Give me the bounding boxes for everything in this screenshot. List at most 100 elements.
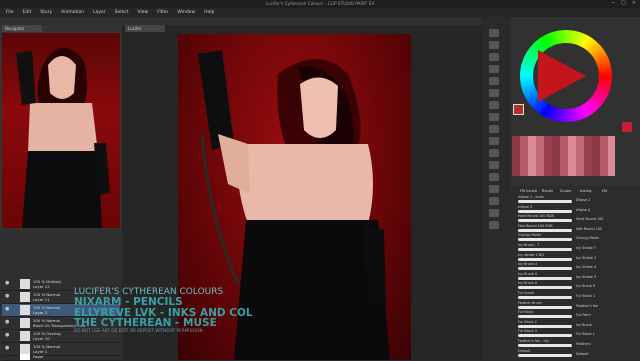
tool-icon[interactable] <box>489 77 499 85</box>
brush-stroke-preview <box>518 267 572 271</box>
brush-name: Ivy Brush 6 <box>518 281 538 286</box>
credit-line: NIXARM - PENCILS <box>74 296 183 308</box>
brush-name: Ivy Stroke 4 <box>576 265 597 270</box>
tool-icon[interactable] <box>489 221 499 229</box>
brush-name: Fur Block 3 <box>518 329 537 334</box>
menu-file[interactable]: File <box>6 10 14 15</box>
brush-name: ellipse 4 <box>576 207 591 212</box>
brush-item[interactable]: Default Default <box>514 349 634 360</box>
layer-name: Layer 11 <box>33 297 50 302</box>
brush-stroke-preview <box>518 286 572 290</box>
menu-window[interactable]: Window <box>177 10 195 15</box>
brush-stroke-preview <box>518 344 572 347</box>
brush-name: Ivy Brush - T <box>518 243 540 247</box>
figure-preview-illustration <box>16 47 110 228</box>
brush-stroke-preview <box>518 324 572 328</box>
layer-thumbnail <box>20 331 30 341</box>
eye-icon[interactable]: ● <box>5 281 9 286</box>
brush-name: Fur brush <box>518 291 534 295</box>
navigator-tab[interactable]: Navigator <box>2 25 42 32</box>
tool-icon[interactable] <box>489 185 499 193</box>
menu-edit[interactable]: Edit <box>23 10 32 15</box>
brush-name: Grungy Roller <box>518 233 542 238</box>
tool-icon[interactable] <box>489 137 499 145</box>
credits-overlay: LUCIFER'S CYTHEREAN COLOURS NIXARM - PEN… <box>74 288 304 333</box>
minimize-button[interactable]: − <box>611 0 615 6</box>
brush-stroke-preview <box>518 200 572 203</box>
window-title: Lucifer's Cytherean Colours - CLIP STUDI… <box>265 1 375 6</box>
tool-icon[interactable] <box>489 209 499 217</box>
brush-name: Ivy Stroke 5 <box>576 274 597 279</box>
brush-name: Ellipse 2 <box>576 198 591 202</box>
tool-icon[interactable] <box>489 41 499 49</box>
eye-icon[interactable]: ● <box>5 320 9 325</box>
tool-strip <box>482 17 510 360</box>
tool-icon[interactable] <box>489 197 499 205</box>
menu-bar: File Edit Story Animation Layer Select V… <box>0 8 640 17</box>
brush-name: Ivy Stroke 2 <box>576 255 597 260</box>
brush-name: Grungy Roller <box>576 236 600 241</box>
tool-icon[interactable] <box>489 113 499 121</box>
brush-name: Fur Block 1 <box>576 332 595 337</box>
menu-story[interactable]: Story <box>40 10 52 15</box>
tool-icon[interactable] <box>489 65 499 73</box>
eye-icon[interactable]: ● <box>5 346 9 351</box>
menu-select[interactable]: Select <box>115 10 129 15</box>
brush-tab[interactable]: Fill <box>602 188 607 193</box>
brush-tab[interactable]: Fill brush <box>520 188 537 193</box>
brush-tab[interactable]: Inking <box>580 188 592 193</box>
menu-layer[interactable]: Layer <box>93 10 106 15</box>
tool-icon[interactable] <box>489 149 499 157</box>
eye-icon[interactable]: ● <box>5 333 9 338</box>
brush-stroke-preview <box>518 257 572 261</box>
credit-notice: DO NOT USE ART OR EDIT OR REPOST WITHOUT… <box>74 327 203 333</box>
menu-view[interactable]: View <box>138 10 149 15</box>
brush-name: Ivy Brush <box>576 322 592 327</box>
brush-name: Hard Round 100 RGB <box>518 214 554 219</box>
layer-thumbnail <box>20 354 30 360</box>
brush-tab[interactable]: Brush <box>542 188 553 193</box>
brush-name: Default <box>576 351 589 356</box>
brush-name: Fur Block 2 <box>518 319 537 324</box>
brush-name: Ivy Brush 6 <box>576 284 596 289</box>
sub-color-swatch[interactable] <box>622 122 632 132</box>
brush-stroke-preview <box>518 315 572 319</box>
navigator-preview[interactable] <box>2 33 120 228</box>
close-button[interactable]: × <box>632 0 636 6</box>
brush-name: Fine Round 100 RGB <box>518 223 553 228</box>
tool-icon[interactable] <box>489 53 499 61</box>
tool-icon[interactable] <box>489 125 499 133</box>
brush-name: Ivy Brush 4 <box>518 262 538 267</box>
tool-icon[interactable] <box>489 89 499 97</box>
tool-icon[interactable] <box>489 29 499 37</box>
brush-name: Ivy stroke 2 NO <box>518 252 545 257</box>
brush-name: ellipse 1 - bush <box>518 195 544 199</box>
brush-stroke-preview <box>518 219 572 223</box>
brush-stroke-preview <box>518 305 572 309</box>
tool-icon[interactable] <box>489 101 499 109</box>
layer-name: Layer 10 <box>33 336 50 341</box>
color-set-palette[interactable] <box>512 136 615 176</box>
menu-filter[interactable]: Filter <box>157 10 168 15</box>
main-color-swatch[interactable] <box>513 104 524 115</box>
menu-animation[interactable]: Animation <box>61 10 84 15</box>
brush-tab[interactable]: G-pen <box>560 188 571 193</box>
tool-icon[interactable] <box>489 161 499 169</box>
brush-stroke-preview <box>518 248 572 251</box>
brush-stroke-preview <box>518 228 572 232</box>
brush-name: Default <box>518 348 531 353</box>
tool-icon[interactable] <box>489 173 499 181</box>
menu-help[interactable]: Help <box>204 10 214 15</box>
layer-name: Layer 12 <box>33 284 50 289</box>
maximize-button[interactable]: □ <box>621 0 626 6</box>
color-triangle[interactable] <box>538 50 586 102</box>
eye-icon[interactable]: ● <box>5 294 9 299</box>
eye-icon[interactable]: ● <box>5 307 9 312</box>
brush-stroke-preview <box>518 238 572 242</box>
brush-stroke-preview <box>518 296 572 299</box>
brush-name: Ivy Brush 5 <box>518 271 538 276</box>
brush-name: Hard Round 100 <box>576 217 604 222</box>
credit-line: THE CYTHEREAN - MUSE <box>74 317 217 329</box>
layer-thumbnail <box>20 292 30 302</box>
canvas-tab[interactable]: Lucifer <box>125 25 165 32</box>
